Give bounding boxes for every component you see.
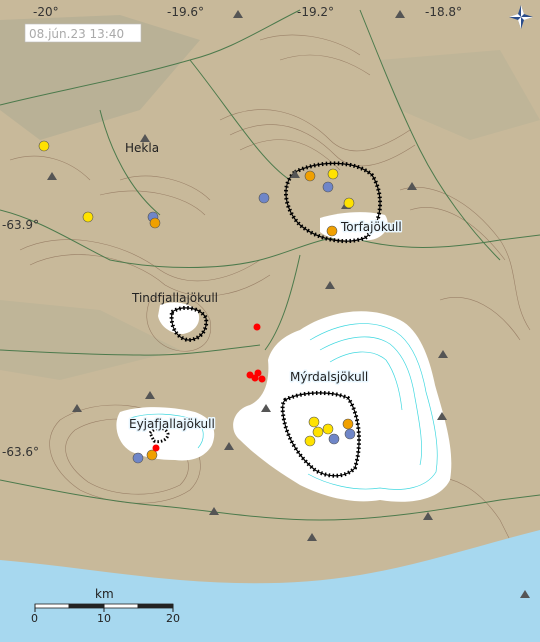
label-eyjafjallajokull: Eyjafjallajökull bbox=[129, 417, 215, 431]
earthquake-map: Hekla Torfajökull Tindfjallajökull Mýrda… bbox=[0, 0, 540, 642]
quake-dot[interactable] bbox=[146, 449, 158, 461]
map-canvas: Hekla Torfajökull Tindfjallajökull Mýrda… bbox=[0, 0, 540, 642]
lat-label: -63.6° bbox=[2, 445, 39, 459]
quake-dot[interactable] bbox=[253, 323, 261, 331]
scale-tick: 0 bbox=[31, 612, 38, 625]
label-torfajokull: Torfajökull bbox=[340, 220, 402, 234]
lon-label: -19.6° bbox=[167, 5, 204, 19]
quake-dot[interactable] bbox=[326, 225, 338, 237]
quake-dot[interactable] bbox=[152, 444, 160, 452]
lon-label: -20° bbox=[33, 5, 59, 19]
quake-dot[interactable] bbox=[328, 433, 340, 445]
quake-dot[interactable] bbox=[82, 211, 94, 223]
quake-dot[interactable] bbox=[322, 423, 334, 435]
quake-dot[interactable] bbox=[344, 428, 356, 440]
lon-label: -19.2° bbox=[297, 5, 334, 19]
label-myrdalsjokull: Mýrdalsjökull bbox=[290, 370, 368, 384]
label-hekla: Hekla bbox=[125, 141, 159, 155]
quake-dot[interactable] bbox=[327, 168, 339, 180]
label-tindfjallajokull: Tindfjallajökull bbox=[131, 291, 218, 305]
quake-dot[interactable] bbox=[38, 140, 50, 152]
scale-tick: 20 bbox=[166, 612, 180, 625]
quake-dot[interactable] bbox=[254, 369, 262, 377]
quake-dot[interactable] bbox=[343, 197, 355, 209]
timestamp: 08.jún.23 13:40 bbox=[29, 27, 124, 41]
quake-dot[interactable] bbox=[342, 418, 354, 430]
quake-dot[interactable] bbox=[149, 217, 161, 229]
scale-unit: km bbox=[95, 587, 114, 601]
lat-label: -63.9° bbox=[2, 218, 39, 232]
quake-dot[interactable] bbox=[322, 181, 334, 193]
quake-dot[interactable] bbox=[258, 375, 266, 383]
quake-dot[interactable] bbox=[304, 435, 316, 447]
lon-label: -18.8° bbox=[425, 5, 462, 19]
quake-dot[interactable] bbox=[308, 416, 320, 428]
quake-dot[interactable] bbox=[304, 170, 316, 182]
quake-dot[interactable] bbox=[258, 192, 270, 204]
quake-dot[interactable] bbox=[312, 426, 324, 438]
scale-tick: 10 bbox=[97, 612, 111, 625]
quake-dot[interactable] bbox=[132, 452, 144, 464]
